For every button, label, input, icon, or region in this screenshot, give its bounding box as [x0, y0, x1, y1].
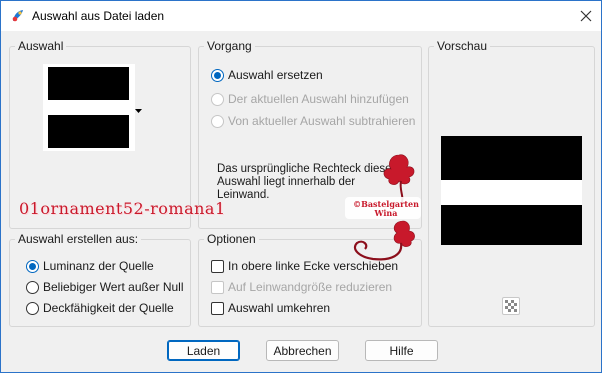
- radio-auswahl-ersetzen[interactable]: Auswahl ersetzen: [211, 68, 323, 82]
- radio-label: Auswahl ersetzen: [228, 68, 323, 82]
- paintshop-icon: [11, 9, 25, 23]
- stamp-line-2: Wina: [374, 208, 398, 218]
- radio-auswahl-hinzufuegen[interactable]: Der aktuellen Auswahl hinzufügen: [211, 92, 409, 106]
- title-bar: Auswahl aus Datei laden: [1, 1, 601, 31]
- preview-canvas: [441, 136, 582, 245]
- checkbox-leinwandgroesse[interactable]: Auf Leinwandgröße reduzieren: [211, 280, 392, 294]
- watermark-text: 01ornament52-romana1: [19, 199, 226, 218]
- preview-white-band: [441, 180, 582, 205]
- checkbox[interactable]: [211, 280, 224, 294]
- thumbnail-bar-top: [48, 67, 129, 100]
- help-button[interactable]: Hilfe: [365, 340, 438, 361]
- vorschau-group-title: Vorschau: [434, 39, 491, 53]
- radio-button[interactable]: [26, 280, 39, 294]
- close-icon: [580, 10, 592, 22]
- selection-thumbnail[interactable]: [43, 64, 135, 151]
- checkbox-label: Auf Leinwandgröße reduzieren: [228, 280, 393, 294]
- thumbnail-bar-bottom: [48, 115, 129, 148]
- radio-label: Beliebiger Wert außer Null: [43, 280, 184, 294]
- radio-luminanz[interactable]: Luminanz der Quelle: [26, 259, 154, 273]
- radio-button[interactable]: [26, 259, 39, 273]
- erstellen-group-title: Auswahl erstellen aus:: [15, 232, 142, 246]
- checkbox-auswahl-umkehren[interactable]: Auswahl umkehren: [211, 301, 330, 315]
- cancel-button[interactable]: Abbrechen: [266, 340, 339, 361]
- close-button[interactable]: [573, 3, 599, 29]
- radio-button[interactable]: [211, 114, 224, 128]
- radio-label: Der aktuellen Auswahl hinzufügen: [228, 92, 409, 106]
- radio-label: Deckfähigkeit der Quelle: [43, 301, 174, 315]
- radio-label: Luminanz der Quelle: [43, 259, 154, 273]
- load-button[interactable]: Laden: [167, 340, 240, 361]
- dialog-window: Auswahl aus Datei laden Auswahl Vorgang …: [0, 0, 602, 373]
- checkbox[interactable]: [211, 259, 224, 273]
- radio-deckfaehigkeit[interactable]: Deckfähigkeit der Quelle: [26, 301, 174, 315]
- radio-label: Von aktueller Auswahl subtrahieren: [228, 114, 416, 128]
- radio-button[interactable]: [26, 301, 39, 315]
- radio-auswahl-subtrahieren[interactable]: Von aktueller Auswahl subtrahieren: [211, 114, 415, 128]
- dropdown-arrow-icon[interactable]: [135, 103, 142, 117]
- radio-beliebiger-wert[interactable]: Beliebiger Wert außer Null: [26, 280, 184, 294]
- window-title: Auswahl aus Datei laden: [32, 9, 165, 23]
- checkerboard-icon[interactable]: [502, 297, 520, 315]
- radio-button[interactable]: [211, 92, 224, 106]
- checkbox-label: Auswahl umkehren: [228, 301, 331, 315]
- checkbox[interactable]: [211, 301, 224, 315]
- optionen-group-title: Optionen: [204, 232, 259, 246]
- vorgang-group-title: Vorgang: [204, 39, 255, 53]
- auswahl-group-title: Auswahl: [15, 39, 67, 53]
- vorschau-group: Vorschau: [428, 39, 595, 327]
- radio-button[interactable]: [211, 68, 224, 82]
